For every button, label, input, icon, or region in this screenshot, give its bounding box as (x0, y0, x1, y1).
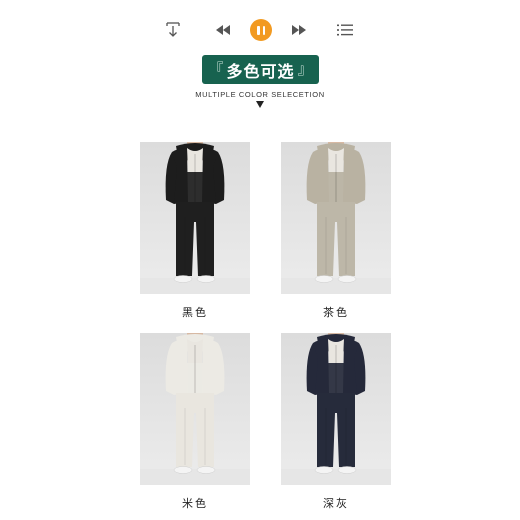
product-card-black[interactable]: 黑色 (140, 142, 250, 319)
playlist-icon[interactable] (333, 16, 357, 44)
product-card-dark-gray[interactable]: 深灰 (281, 333, 391, 510)
product-label: 黑色 (182, 306, 208, 319)
product-card-tea[interactable]: 茶色 (281, 142, 391, 319)
product-label: 茶色 (323, 306, 349, 319)
product-label: 深灰 (323, 497, 349, 510)
section-banner: 『 多色可选 』 (202, 55, 319, 84)
pause-button[interactable] (249, 16, 273, 44)
product-card-beige[interactable]: 米色 (140, 333, 250, 510)
pause-icon (250, 19, 272, 41)
product-photo (281, 333, 391, 485)
down-arrow-icon (256, 101, 264, 108)
banner-subtitle: MULTIPLE COLOR SELECETION (195, 90, 325, 99)
download-icon[interactable] (161, 16, 185, 44)
product-photo (140, 142, 250, 294)
product-photo (140, 333, 250, 485)
next-icon[interactable] (287, 16, 311, 44)
player-bar (0, 16, 520, 44)
banner-title: 多色可选 (226, 61, 295, 81)
previous-icon[interactable] (211, 16, 235, 44)
product-photo (281, 142, 391, 294)
bracket-right: 』 (297, 60, 313, 78)
product-label: 米色 (182, 497, 208, 510)
bracket-left: 『 (208, 60, 224, 78)
